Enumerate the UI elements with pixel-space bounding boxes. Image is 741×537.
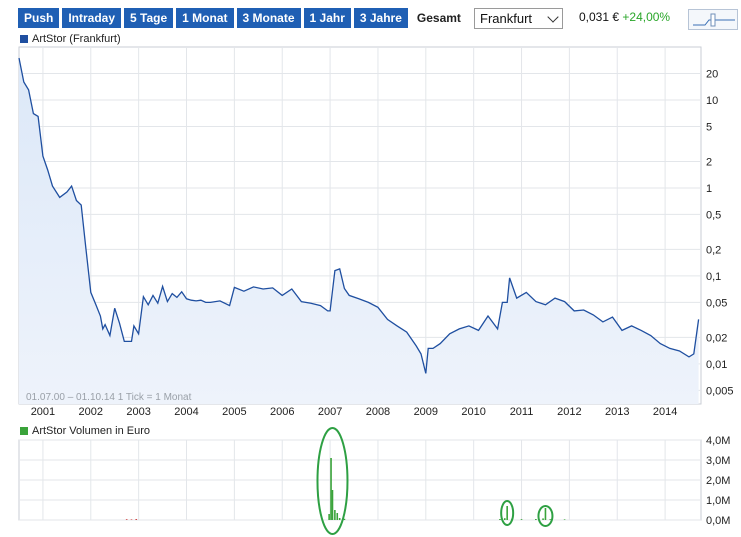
price-x-tick-label: 2011 [510,406,534,418]
chart-range-note: 01.07.00 – 01.10.14 1 Tick = 1 Monat [26,392,192,403]
volume-bar [499,519,501,520]
volume-bar [336,513,339,520]
price-x-tick-label: 2007 [318,406,342,418]
price-x-tick-label: 2004 [174,406,198,418]
volume-y-tick-label: 2,0M [706,475,730,487]
price-y-tick-label: 10 [706,95,718,107]
price-y-tick-label: 0,02 [706,332,727,344]
volume-y-tick-label: 4,0M [706,435,730,447]
price-x-tick-label: 2001 [31,406,55,418]
volume-bar [506,506,508,520]
price-x-tick-label: 2005 [222,406,246,418]
volume-bar [125,519,128,520]
price-y-tick-label: 0,01 [706,359,727,371]
price-x-tick-label: 2013 [605,406,629,418]
price-y-tick-label: 0,05 [706,297,727,309]
price-y-tick-label: 5 [706,121,712,133]
price-x-tick-label: 2014 [653,406,677,418]
price-y-tick-label: 0,1 [706,271,721,283]
price-y-tick-label: 1 [706,183,712,195]
volume-y-tick-label: 3,0M [706,455,730,467]
volume-bar [544,508,547,520]
price-x-tick-label: 2003 [126,406,150,418]
price-x-tick-label: 2002 [79,406,103,418]
price-x-tick-label: 2010 [461,406,485,418]
volume-bar [535,519,537,520]
volume-bar [328,514,330,520]
volume-bar [563,519,566,520]
price-x-tick-label: 2012 [557,406,581,418]
volume-bar [338,518,341,520]
volume-bar [520,519,523,520]
price-x-tick-label: 2006 [270,406,294,418]
volume-y-tick-label: 1,0M [706,495,730,507]
price-y-tick-label: 0,5 [706,209,721,221]
volume-bar [334,510,336,520]
price-x-tick-label: 2008 [366,406,390,418]
volume-bar [330,458,332,520]
volume-y-tick-label: 0,0M [706,515,730,527]
volume-bar [542,518,544,520]
price-y-tick-label: 0,005 [706,385,734,397]
volume-bar [503,518,506,520]
price-y-tick-label: 20 [706,68,718,80]
price-x-tick-label: 2009 [414,406,438,418]
volume-bar [135,519,138,520]
volume-bar [130,519,133,520]
volume-bar [549,519,552,520]
price-y-tick-label: 2 [706,156,712,168]
chart-canvas: 2001 2002 2003 2004 2005 2006 2007 2008 2009 2010… [18,46,734,535]
price-y-tick-label: 0,2 [706,244,721,256]
volume-bar [331,490,334,520]
